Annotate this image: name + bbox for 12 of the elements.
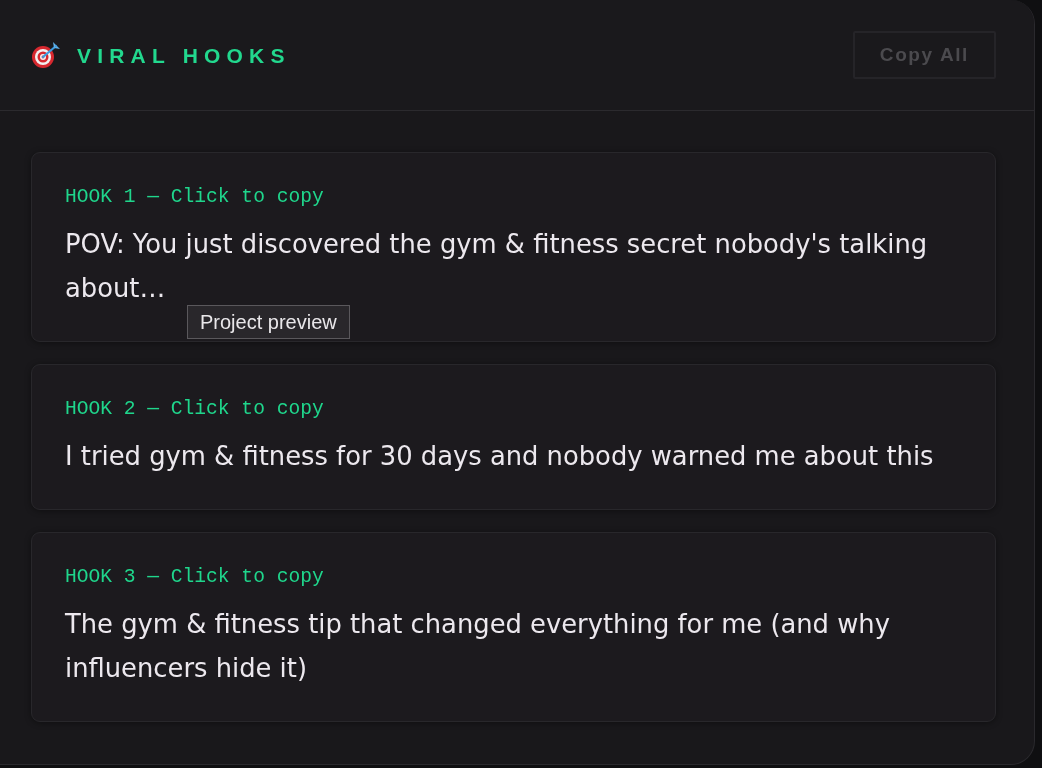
hook-card[interactable]: HOOK 3 — Click to copy The gym & fitness tip that changed everything for me (and why influencers hide it) <box>31 532 996 722</box>
hook-text: POV: You just discovered the gym & fitness secret nobody's talking about… <box>65 229 928 303</box>
hook-text: I tried gym & fitness for 30 days and nobody warned me about this <box>65 441 934 471</box>
hook-label: HOOK 2 — Click to copy <box>65 397 325 422</box>
dart-target-icon <box>31 41 61 69</box>
hook-label: HOOK 1 — Click to copy <box>65 185 325 210</box>
hook-card[interactable]: HOOK 2 — Click to copy I tried gym & fitness for 30 days and nobody warned me about this <box>31 364 996 510</box>
hook-text: The gym & fitness tip that changed everything for me (and why influencers hide it) <box>65 609 890 683</box>
panel-title: VIRAL HOOKS <box>77 44 291 66</box>
hook-label: HOOK 3 — Click to copy <box>65 565 325 590</box>
tooltip: Project preview <box>187 305 350 339</box>
hook-card[interactable]: HOOK 1 — Click to copy POV: You just discovered the gym & fitness secret nobody's talking about… Project preview <box>31 152 996 342</box>
